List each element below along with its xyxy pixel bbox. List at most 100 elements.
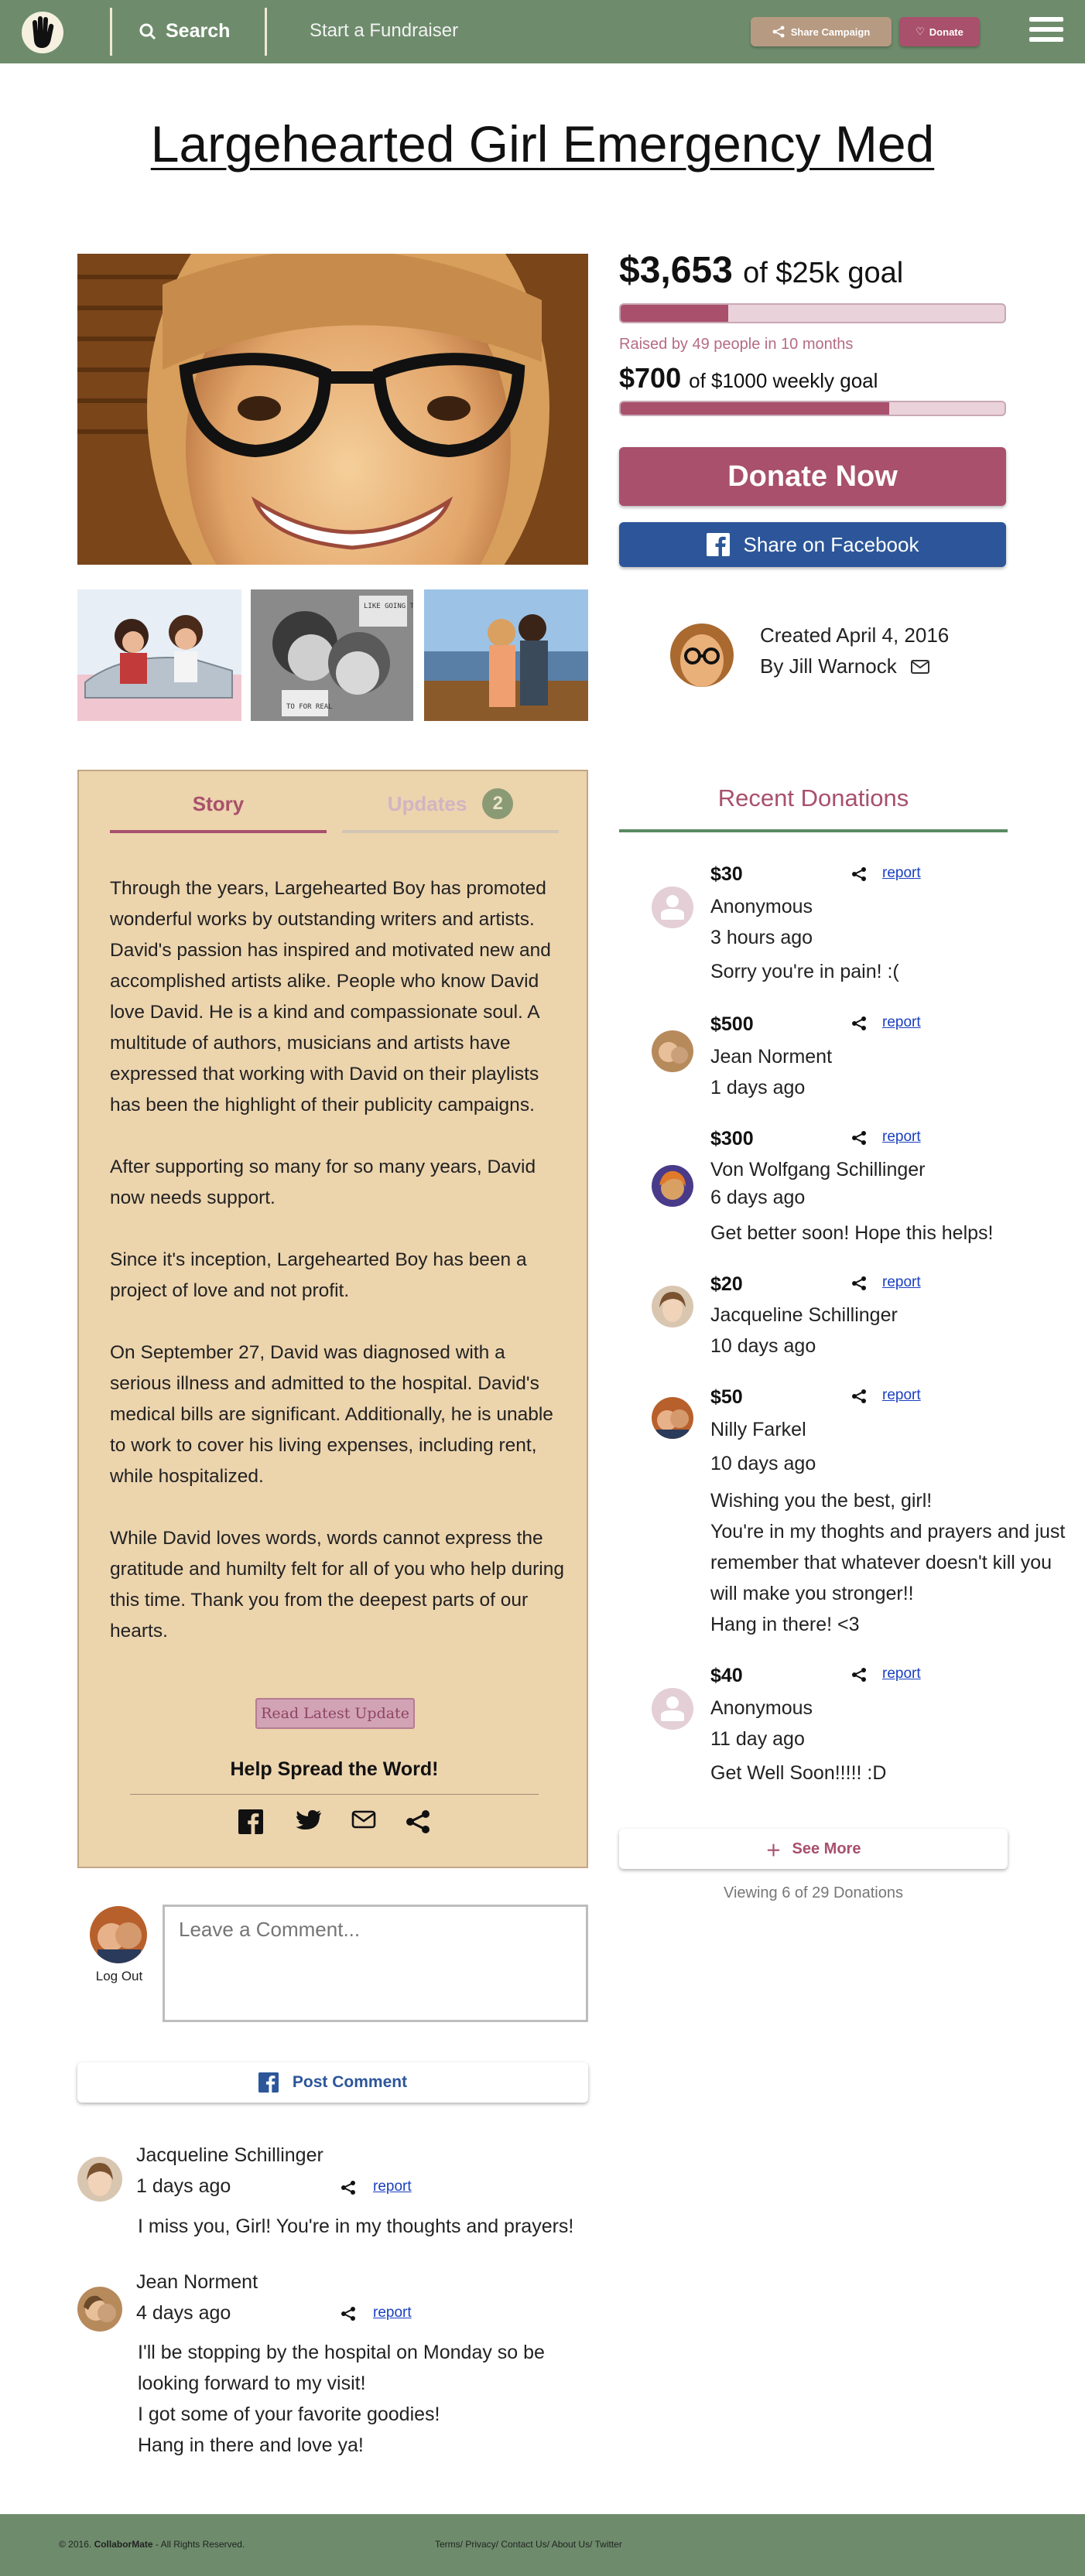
comment-avatar[interactable] [77,2157,122,2202]
donation-time: 6 days ago [710,1187,806,1208]
comment-avatar[interactable] [77,2287,122,2332]
share-icon [772,26,785,38]
comment-author[interactable]: Jean Norment [136,2271,258,2294]
see-more-button[interactable]: ＋ See More [619,1829,1008,1869]
heart-icon: ♡ [916,26,925,37]
story-paragraph: Since it's inception, Largehearted Boy h… [110,1249,527,1301]
story-paragraph: While David loves words, words cannot ex… [110,1528,564,1642]
share-icon[interactable] [341,2180,356,2195]
viewing-count: Viewing 6 of 29 Donations [723,1884,903,1901]
comment-line: I got some of your favorite goodies! [138,2403,440,2425]
updates-count-badge: 2 [482,788,514,819]
post-comment-label: Post Comment [292,2073,408,2091]
weekly-amount: $700 [619,362,682,394]
comment-author[interactable]: Jacqueline Schillinger [136,2144,323,2167]
donate-header-button[interactable]: ♡ Donate [899,17,980,46]
story-paragraph: Through the years, Largehearted Boy has … [110,878,551,1115]
share-campaign-label: Share Campaign [790,26,871,38]
facebook-icon [258,2072,279,2093]
tab-updates[interactable]: Updates 2 [342,787,559,833]
menu-icon[interactable] [1029,17,1063,46]
goal-text: of $25k goal [743,257,904,289]
report-link[interactable]: report [882,865,921,882]
share-icon[interactable] [851,866,867,882]
donor-avatar [652,1688,693,1730]
donation-time: 3 hours ago [710,927,813,948]
envelope-icon[interactable] [910,659,929,674]
story-paragraph: On September 27, David was diagnosed wit… [110,1342,553,1487]
report-link[interactable]: report [373,2178,412,2195]
weekly-goal-text: of $1000 weekly goal [689,369,878,392]
logout-link[interactable]: Log Out [77,1969,161,1984]
comment-line: looking forward to my visit! [138,2373,366,2394]
share-icon[interactable] [851,1130,867,1146]
report-link[interactable]: report [882,1387,921,1404]
donate-now-button[interactable]: Donate Now [619,447,1006,506]
report-link[interactable]: report [882,1274,921,1291]
post-comment-button[interactable]: Post Comment [77,2062,588,2103]
thumbnail-caption: LIKE GOING TO GUT [364,603,413,610]
donor-name: Anonymous [710,1697,813,1719]
creator-byline: By Jill Warnock [760,654,929,678]
campaign-main-photo[interactable] [77,254,588,565]
donation-message: Get Well Soon!!!!! :D [710,1762,887,1784]
donation-amount: $50 [710,1386,743,1408]
creator-name[interactable]: By Jill Warnock [760,654,897,678]
see-more-label: See More [792,1840,861,1857]
report-link[interactable]: report [882,1666,921,1683]
gallery-thumbnail[interactable] [424,589,588,721]
thumbnail-caption: TO FOR REAL [286,703,333,711]
gallery-thumbnail[interactable] [77,589,241,721]
share-icon[interactable] [851,1016,867,1031]
share-facebook-label: Share on Facebook [743,532,919,556]
donation-message: Wishing you the best, girl! You're in my… [710,1490,1066,1635]
divider [619,829,1008,832]
divider [130,1794,539,1795]
comment-input[interactable] [163,1905,588,2022]
spread-word-heading: Help Spread the Word! [230,1758,439,1780]
footer: © 2016. CollaborMate - All Rights Reserv… [0,2514,1085,2576]
raised-amount: $3,653 [619,250,733,291]
donate-header-label: Donate [929,26,963,38]
creator-avatar[interactable] [670,624,734,687]
share-campaign-button[interactable]: Share Campaign [751,17,892,46]
header-divider [110,8,112,56]
share-facebook-button[interactable]: Share on Facebook [619,522,1006,567]
donation-amount: $30 [710,863,743,885]
raised-note: Raised by 49 people in 10 months [619,336,854,353]
hand-logo-icon[interactable] [19,9,67,56]
donation-time: 10 days ago [710,1453,816,1474]
gallery-thumbnail[interactable]: LIKE GOING TO GUT TO FOR REAL [251,589,413,721]
comment-time: 4 days ago [136,2302,231,2324]
read-latest-update-button[interactable]: Read Latest Update [255,1698,415,1729]
share-icon[interactable] [341,2306,356,2321]
share-icon[interactable] [406,1809,433,1834]
comment-line: I'll be stopping by the hospital on Mond… [138,2342,545,2363]
plus-icon: ＋ [765,1842,782,1860]
start-fundraiser-link[interactable]: Start a Fundraiser [310,20,458,42]
donor-name: Anonymous [710,896,813,917]
story-text: Through the years, Largehearted Boy has … [110,873,566,1678]
email-icon[interactable] [351,1809,379,1834]
report-link[interactable]: report [882,1129,921,1146]
donation-amount: $500 [710,1013,754,1035]
story-paragraph: After supporting so many for so many yea… [110,1156,536,1208]
search-icon [139,23,156,39]
twitter-icon[interactable] [296,1809,323,1834]
share-icon[interactable] [851,1276,867,1291]
current-user-avatar[interactable] [90,1906,147,1963]
tab-story[interactable]: Story [110,787,327,833]
weekly-progress-bar [619,401,1006,416]
recent-donations-heading: Recent Donations [717,784,909,811]
brand-name: CollaborMate [94,2539,153,2550]
facebook-icon[interactable] [238,1809,266,1834]
campaign-title: Largehearted Girl Emergency Med [150,115,935,173]
share-icon[interactable] [851,1667,867,1683]
footer-links[interactable]: Terms/ Privacy/ Contact Us/ About Us/ Tw… [435,2539,622,2550]
search-button[interactable]: Search [139,20,230,43]
comment-line: I miss you, Girl! You're in my thoughts … [138,2216,574,2237]
created-date: Created April 4, 2016 [760,624,950,647]
report-link[interactable]: report [373,2304,412,2321]
share-icon[interactable] [851,1389,867,1404]
report-link[interactable]: report [882,1014,921,1031]
